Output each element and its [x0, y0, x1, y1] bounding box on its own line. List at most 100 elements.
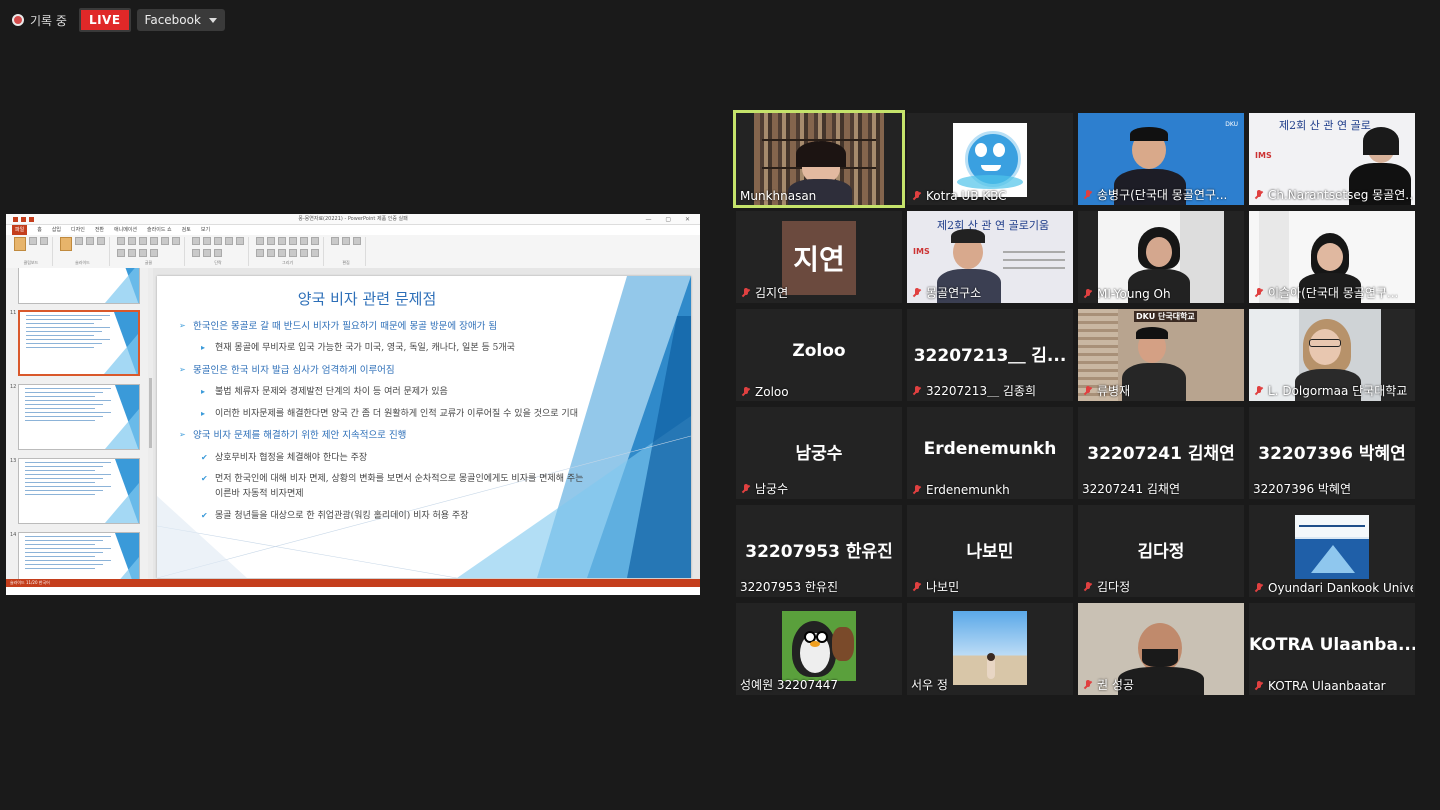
participant-name: 32207241 김채연: [1082, 482, 1181, 496]
participant-name: Zoloo: [755, 385, 789, 399]
participant-tile[interactable]: 32207241 김채연 32207241 김채연: [1078, 407, 1244, 499]
participant-display-name: 남궁수: [795, 444, 843, 464]
participant-display-name: Erdenemunkh: [923, 439, 1057, 459]
participant-display-name: 김다정: [1137, 542, 1185, 562]
participant-name-label: Oyundari Dankook Unive...: [1253, 581, 1413, 595]
participant-tile[interactable]: Kotra UB KBC: [907, 113, 1073, 205]
slide-thumbnail[interactable]: 12: [10, 384, 142, 452]
participant-tile[interactable]: MI-Young Oh: [1078, 211, 1244, 303]
ribbon-tab[interactable]: 전환: [95, 225, 104, 235]
participant-tile[interactable]: 서우 정: [907, 603, 1073, 695]
participant-name-label: Munkhnasan: [740, 189, 816, 203]
window-controls[interactable]: — ▢ ✕: [645, 215, 696, 225]
participant-name: Munkhnasan: [740, 189, 817, 203]
thumbnail-scrollbar[interactable]: [148, 268, 153, 587]
thumbnail-number: 13: [10, 458, 17, 464]
participant-name: 32207213＿ 김종희: [926, 384, 1037, 398]
participant-name: 김지연: [755, 286, 789, 300]
slide-bullets: 한국인은 몽골로 갈 때 반드시 비자가 필요하기 때문에 몽골 방문에 장애가…: [179, 320, 589, 530]
chevron-down-icon: [208, 17, 217, 23]
thumbnail-preview: [18, 384, 140, 450]
mic-muted-icon: [1082, 679, 1094, 691]
mic-muted-icon: [1253, 287, 1265, 299]
participant-name-label: 류병재: [1082, 382, 1130, 399]
mic-muted-icon: [1082, 288, 1094, 300]
slide-bullet: 한국인은 몽골로 갈 때 반드시 비자가 필요하기 때문에 몽골 방문에 장애가…: [179, 320, 589, 333]
slide-bullet: 몽골인은 한국 비자 발급 심사가 엄격하게 이루어짐: [179, 364, 589, 377]
recording-label: 기록 중: [30, 13, 67, 28]
participant-tile[interactable]: 지연 김지연: [736, 211, 902, 303]
participant-tile[interactable]: 나보민 나보민: [907, 505, 1073, 597]
participant-tile[interactable]: KOTRA Ulaanba... KOTRA Ulaanbaatar: [1249, 603, 1415, 695]
participant-name: 송병구(단국대 몽골연구...: [1097, 188, 1228, 202]
participant-tile[interactable]: 성예원 32207447: [736, 603, 902, 695]
participant-tile[interactable]: 32207213＿ 김... 32207213＿ 김종희: [907, 309, 1073, 401]
participant-tile[interactable]: 32207396 박혜연 32207396 박혜연: [1249, 407, 1415, 499]
recording-bar: 기록 중 LIVE Facebook: [8, 8, 225, 32]
ribbon-tab[interactable]: 검토: [182, 225, 191, 235]
participant-name-label: 송병구(단국대 몽골연구...: [1082, 186, 1227, 203]
slide-bullet: 이러한 비자문제를 해결한다면 양국 간 좀 더 원활하게 인적 교류가 이루어…: [201, 407, 589, 422]
stream-platform-dropdown[interactable]: Facebook: [136, 9, 225, 31]
participant-tile[interactable]: 김다정 김다정: [1078, 505, 1244, 597]
live-badge[interactable]: LIVE: [78, 8, 131, 32]
participant-tile[interactable]: Erdenemunkh Erdenemunkh: [907, 407, 1073, 499]
ppt-window-title: 몽-몽연자료(20221) - PowerPoint 제품 인증 실패: [298, 216, 408, 222]
video-feed: [953, 611, 1027, 685]
participant-name: 32207396 박혜연: [1253, 482, 1352, 496]
participant-tile[interactable]: DKU 송병구(단국대 몽골연구...: [1078, 113, 1244, 205]
mic-muted-icon: [1082, 581, 1094, 593]
ribbon-tab[interactable]: 디자인: [71, 225, 85, 235]
participant-display-name: 32207213＿ 김...: [913, 346, 1067, 366]
participant-name-label: L. Dolgormaa 단국대학교: [1253, 382, 1407, 399]
thumbnail-number: 14: [10, 532, 17, 538]
participant-name-label: 32207953 한유진: [740, 578, 838, 595]
mic-muted-icon: [740, 483, 752, 495]
ribbon-tab[interactable]: 파일: [12, 225, 28, 235]
participant-tile[interactable]: 권 성공: [1078, 603, 1244, 695]
slide-thumbnails[interactable]: 11 12 13 14: [6, 268, 149, 587]
participant-name: Erdenemunkh: [926, 483, 1010, 497]
participant-name-label: 서우 정: [911, 676, 948, 693]
ribbon-tab[interactable]: 슬라이드 쇼: [147, 225, 172, 235]
ribbon-tab[interactable]: 홈: [37, 225, 42, 235]
participant-display-name: 32207241 김채연: [1087, 444, 1235, 464]
ribbon-tab[interactable]: 애니메이션: [114, 225, 137, 235]
participant-name-label: Zoloo: [740, 385, 789, 399]
participant-name-label: KOTRA Ulaanbaatar: [1253, 679, 1386, 693]
slide-thumbnail[interactable]: 11: [10, 310, 142, 378]
mic-muted-icon: [911, 385, 923, 397]
participant-tile[interactable]: Munkhnasan: [733, 110, 905, 208]
mic-muted-icon: [1253, 680, 1265, 692]
participant-name-label: MI-Young Oh: [1082, 287, 1171, 301]
slide-thumbnail[interactable]: 13: [10, 458, 142, 526]
participant-tile[interactable]: L. Dolgormaa 단국대학교: [1249, 309, 1415, 401]
mic-muted-icon: [1253, 385, 1265, 397]
participant-tile[interactable]: DKU 단국대학교 류병재: [1078, 309, 1244, 401]
participant-display-name: 32207396 박혜연: [1258, 444, 1406, 464]
participant-name-label: 이슬아(단국대 몽골연구...: [1253, 284, 1398, 301]
participant-name: 서우 정: [911, 678, 948, 692]
participant-name: Kotra UB KBC: [926, 189, 1007, 203]
participant-display-name: KOTRA Ulaanba...: [1249, 635, 1415, 655]
participant-tile[interactable]: 제2회 산 관 연 골로기움 IMS 몽골연구소: [907, 211, 1073, 303]
quick-access-toolbar[interactable]: [10, 216, 40, 222]
participant-tile[interactable]: 32207953 한유진 32207953 한유진: [736, 505, 902, 597]
ppt-title-bar: 몽-몽연자료(20221) - PowerPoint 제품 인증 실패 — ▢ …: [6, 214, 700, 225]
participant-tile[interactable]: 남궁수 남궁수: [736, 407, 902, 499]
participant-tile[interactable]: 이슬아(단국대 몽골연구...: [1249, 211, 1415, 303]
participant-tile[interactable]: 제2회 산 관 연 골로 IMS Ch.Narantsetseg 몽골연...: [1249, 113, 1415, 205]
participant-name: 이슬아(단국대 몽골연구...: [1268, 286, 1399, 300]
participant-name-label: Erdenemunkh: [911, 483, 1010, 497]
slide-thumbnail[interactable]: [10, 268, 142, 306]
participant-name: KOTRA Ulaanbaatar: [1268, 679, 1386, 693]
participant-tile[interactable]: Zoloo Zoloo: [736, 309, 902, 401]
participant-tile[interactable]: Oyundari Dankook Unive...: [1249, 505, 1415, 597]
avatar: 지연: [782, 221, 856, 295]
video-feed: [953, 123, 1027, 197]
participant-name-label: 나보민: [911, 578, 959, 595]
participant-name: 류병재: [1097, 384, 1131, 398]
ribbon-tab[interactable]: 삽입: [52, 225, 61, 235]
mic-muted-icon: [911, 287, 923, 299]
ribbon-tab[interactable]: 보기: [201, 225, 210, 235]
